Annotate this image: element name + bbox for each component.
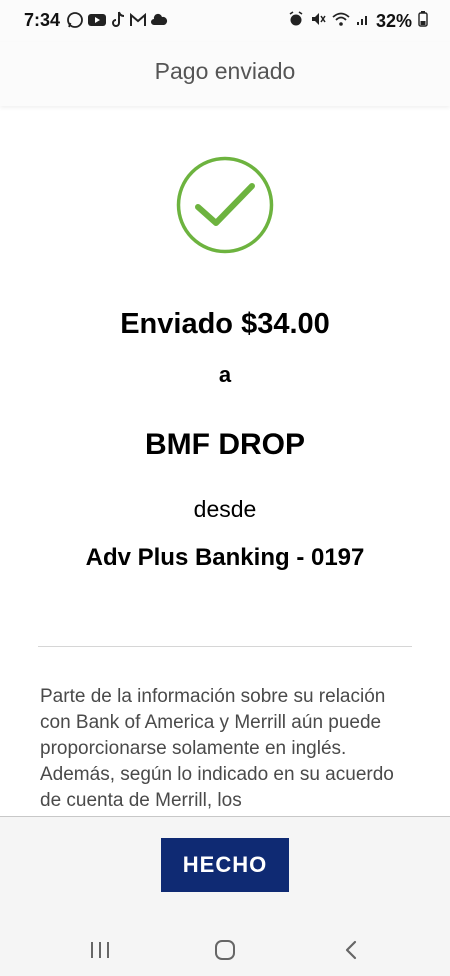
battery-level: 32%: [375, 11, 412, 31]
whatsapp-icon: [66, 11, 84, 33]
alarm-icon: [288, 11, 304, 31]
home-icon[interactable]: [205, 932, 245, 968]
done-button[interactable]: HECHO: [161, 838, 289, 892]
back-icon[interactable]: [331, 932, 371, 968]
page-title: Pago enviado: [154, 58, 296, 84]
status-time: 7:34: [24, 10, 61, 30]
disclaimer-container[interactable]: Parte de la información sobre su relació…: [40, 684, 412, 816]
to-label: a: [218, 362, 232, 387]
from-label: desde: [193, 496, 257, 522]
system-icons: 32%: [288, 11, 428, 31]
sent-amount: Enviado $34.00: [120, 308, 330, 340]
divider: [38, 646, 412, 647]
wifi-icon: [332, 11, 350, 31]
check-circle-icon: [176, 156, 274, 254]
bottom-action-panel: HECHO: [0, 816, 450, 924]
signal-icon: [356, 12, 370, 30]
notification-icons: [66, 11, 168, 33]
status-bar: 7:34 32%: [0, 0, 450, 42]
youtube-icon: [87, 12, 107, 32]
source-account: Adv Plus Banking - 0197: [85, 544, 365, 571]
gmail-icon: [129, 12, 147, 32]
tiktok-icon: [110, 11, 126, 33]
recipient-name: BMF DROP: [145, 428, 305, 461]
app-header: Pago enviado: [0, 42, 450, 106]
system-nav-bar: [0, 924, 450, 976]
disclaimer-text: Parte de la información sobre su relació…: [40, 686, 394, 811]
mute-icon: [310, 11, 326, 31]
battery-icon: [418, 11, 428, 31]
recent-apps-icon[interactable]: [80, 932, 120, 968]
cloud-icon: [150, 13, 168, 31]
